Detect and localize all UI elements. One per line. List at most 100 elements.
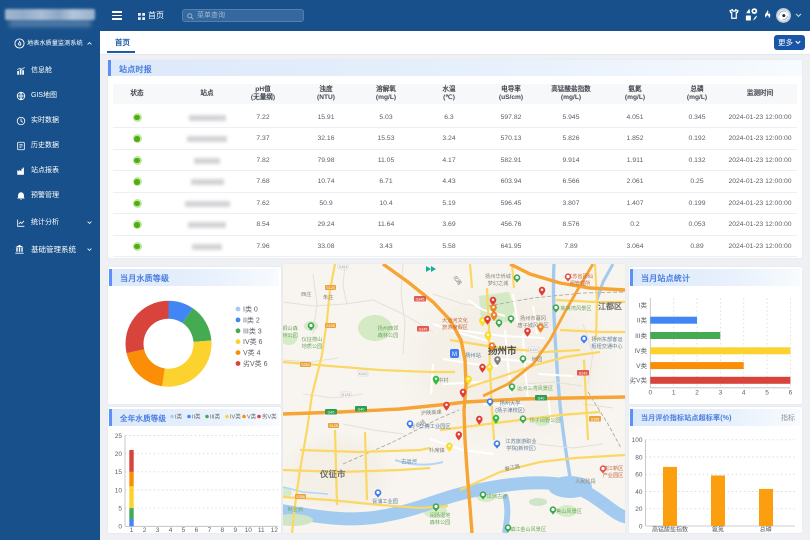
svg-text:II类 2: II类 2 bbox=[243, 315, 260, 324]
svg-text:V类: V类 bbox=[636, 361, 647, 370]
svg-text:世业洲: 世业洲 bbox=[287, 505, 303, 513]
svg-text:朴席镇: 朴席镇 bbox=[429, 446, 445, 454]
svg-text:枢纽交通中心: 枢纽交通中心 bbox=[591, 342, 622, 350]
svg-text:3: 3 bbox=[156, 527, 160, 533]
svg-text:大运河文化: 大运河文化 bbox=[442, 316, 468, 324]
svg-text:4: 4 bbox=[742, 390, 746, 397]
svg-text:0: 0 bbox=[639, 523, 643, 530]
svg-text:15: 15 bbox=[115, 469, 123, 476]
svg-text:高锰酸盐指数: 高锰酸盐指数 bbox=[652, 526, 688, 534]
svg-text:100: 100 bbox=[632, 437, 643, 444]
svg-text:III类 3: III类 3 bbox=[243, 326, 262, 335]
svg-text:IV类: IV类 bbox=[634, 346, 647, 355]
svg-text:林公园: 林公园 bbox=[283, 331, 298, 339]
svg-text:5: 5 bbox=[118, 505, 122, 512]
svg-text:I类: I类 bbox=[175, 413, 183, 421]
svg-text:S125: S125 bbox=[329, 424, 337, 428]
svg-text:11: 11 bbox=[258, 527, 265, 533]
svg-text:G40: G40 bbox=[358, 408, 365, 412]
svg-text:扬州东部客运: 扬州东部客运 bbox=[591, 335, 623, 343]
svg-text:学院(新校区): 学院(新校区) bbox=[506, 444, 536, 452]
svg-text:80: 80 bbox=[635, 454, 643, 461]
svg-text:9: 9 bbox=[233, 527, 237, 533]
svg-text:扬子阔野公园: 扬子阔野公园 bbox=[529, 416, 560, 424]
svg-text:仪征捺山: 仪征捺山 bbox=[302, 335, 323, 343]
svg-text:梦幻之城: 梦幻之城 bbox=[488, 279, 510, 287]
svg-text:闰扬湿地: 闰扬湿地 bbox=[430, 511, 451, 519]
svg-text:总磷: 总磷 bbox=[760, 526, 772, 534]
svg-text:江苏旅游职业: 江苏旅游职业 bbox=[505, 437, 536, 445]
svg-text:1: 1 bbox=[130, 527, 134, 533]
svg-text:森林公园: 森林公园 bbox=[378, 331, 399, 339]
svg-text:仪征市: 仪征市 bbox=[319, 469, 346, 479]
svg-text:V类 4: V类 4 bbox=[243, 348, 261, 357]
svg-text:扬州市暮冈: 扬州市暮冈 bbox=[520, 314, 546, 322]
svg-text:2: 2 bbox=[695, 390, 699, 397]
svg-text:劣V类: 劣V类 bbox=[630, 376, 648, 385]
svg-text:S105: S105 bbox=[326, 324, 334, 328]
svg-text:10: 10 bbox=[245, 527, 253, 533]
svg-text:20: 20 bbox=[635, 506, 643, 513]
svg-text:60: 60 bbox=[635, 472, 643, 479]
svg-text:S125: S125 bbox=[326, 286, 334, 290]
svg-text:扬州华侨城: 扬州华侨城 bbox=[485, 272, 512, 280]
svg-text:7: 7 bbox=[208, 527, 212, 533]
svg-text:镇江金山风景区: 镇江金山风景区 bbox=[510, 525, 546, 533]
svg-text:劣V类: 劣V类 bbox=[262, 413, 277, 421]
svg-text:人民险段: 人民险段 bbox=[575, 477, 596, 485]
svg-text:旅游度假区: 旅游度假区 bbox=[442, 323, 468, 331]
svg-text:X304: X304 bbox=[339, 265, 347, 269]
svg-text:0: 0 bbox=[118, 524, 122, 531]
svg-text:1: 1 bbox=[672, 390, 676, 397]
svg-text:华腾工业园区: 华腾工业园区 bbox=[419, 422, 450, 430]
svg-text:朱庄: 朱庄 bbox=[323, 293, 333, 301]
svg-text:G345: G345 bbox=[416, 298, 425, 302]
svg-text:5: 5 bbox=[182, 527, 186, 533]
svg-text:S353: S353 bbox=[301, 363, 309, 367]
svg-text:扬州大学: 扬州大学 bbox=[500, 399, 521, 407]
svg-text:II类: II类 bbox=[192, 413, 201, 421]
svg-text:古运河: 古运河 bbox=[401, 457, 417, 465]
svg-text:S243: S243 bbox=[579, 372, 587, 376]
svg-text:扬州站: 扬州站 bbox=[465, 351, 481, 359]
svg-text:氨氮: 氨氮 bbox=[712, 526, 724, 534]
svg-text:I类: I类 bbox=[639, 301, 648, 310]
svg-text:S125: S125 bbox=[342, 393, 350, 397]
svg-text:IV类 6: IV类 6 bbox=[243, 337, 263, 346]
svg-text:2: 2 bbox=[143, 527, 147, 533]
svg-text:闸管理所: 闸管理所 bbox=[570, 279, 591, 287]
svg-text:6: 6 bbox=[195, 527, 199, 533]
svg-text:胥浦工业园: 胥浦工业园 bbox=[372, 497, 398, 505]
svg-text:M: M bbox=[452, 352, 457, 358]
svg-text:25: 25 bbox=[115, 433, 123, 440]
svg-text:IV类: IV类 bbox=[230, 413, 241, 421]
svg-text:6: 6 bbox=[789, 390, 793, 397]
svg-text:K202: K202 bbox=[530, 348, 538, 352]
svg-text:焦山风景区: 焦山风景区 bbox=[556, 507, 582, 515]
svg-text:10: 10 bbox=[115, 487, 123, 494]
svg-text:劣V类 6: 劣V类 6 bbox=[243, 359, 268, 368]
svg-text:瓜洲古渡: 瓜洲古渡 bbox=[487, 492, 508, 500]
svg-text:江都区: 江都区 bbox=[598, 301, 622, 311]
svg-text:III类: III类 bbox=[635, 331, 647, 340]
svg-text:5: 5 bbox=[765, 390, 769, 397]
svg-text:V类: V类 bbox=[247, 413, 257, 421]
svg-text:G345: G345 bbox=[419, 328, 428, 332]
svg-text:森林公园: 森林公园 bbox=[430, 518, 451, 526]
svg-text:40: 40 bbox=[635, 489, 643, 496]
svg-text:茱萸湾风景区: 茱萸湾风景区 bbox=[560, 304, 591, 312]
svg-text:扬州西郊: 扬州西郊 bbox=[378, 324, 399, 332]
svg-text:8: 8 bbox=[220, 527, 224, 533]
svg-text:12: 12 bbox=[271, 527, 279, 533]
svg-text:20: 20 bbox=[115, 451, 123, 458]
svg-text:3: 3 bbox=[719, 390, 723, 397]
svg-text:G40: G40 bbox=[538, 397, 545, 401]
svg-text:I类 0: I类 0 bbox=[243, 305, 258, 314]
svg-text:0: 0 bbox=[648, 390, 652, 397]
svg-text:唐子城风景区: 唐子城风景区 bbox=[517, 321, 548, 329]
svg-text:运河三湾风景区: 运河三湾风景区 bbox=[517, 384, 553, 392]
svg-text:地质公园: 地质公园 bbox=[302, 342, 323, 350]
svg-text:S356: S356 bbox=[296, 495, 304, 499]
svg-text:铜山森: 铜山森 bbox=[283, 324, 299, 332]
svg-text:G40: G40 bbox=[328, 411, 335, 415]
